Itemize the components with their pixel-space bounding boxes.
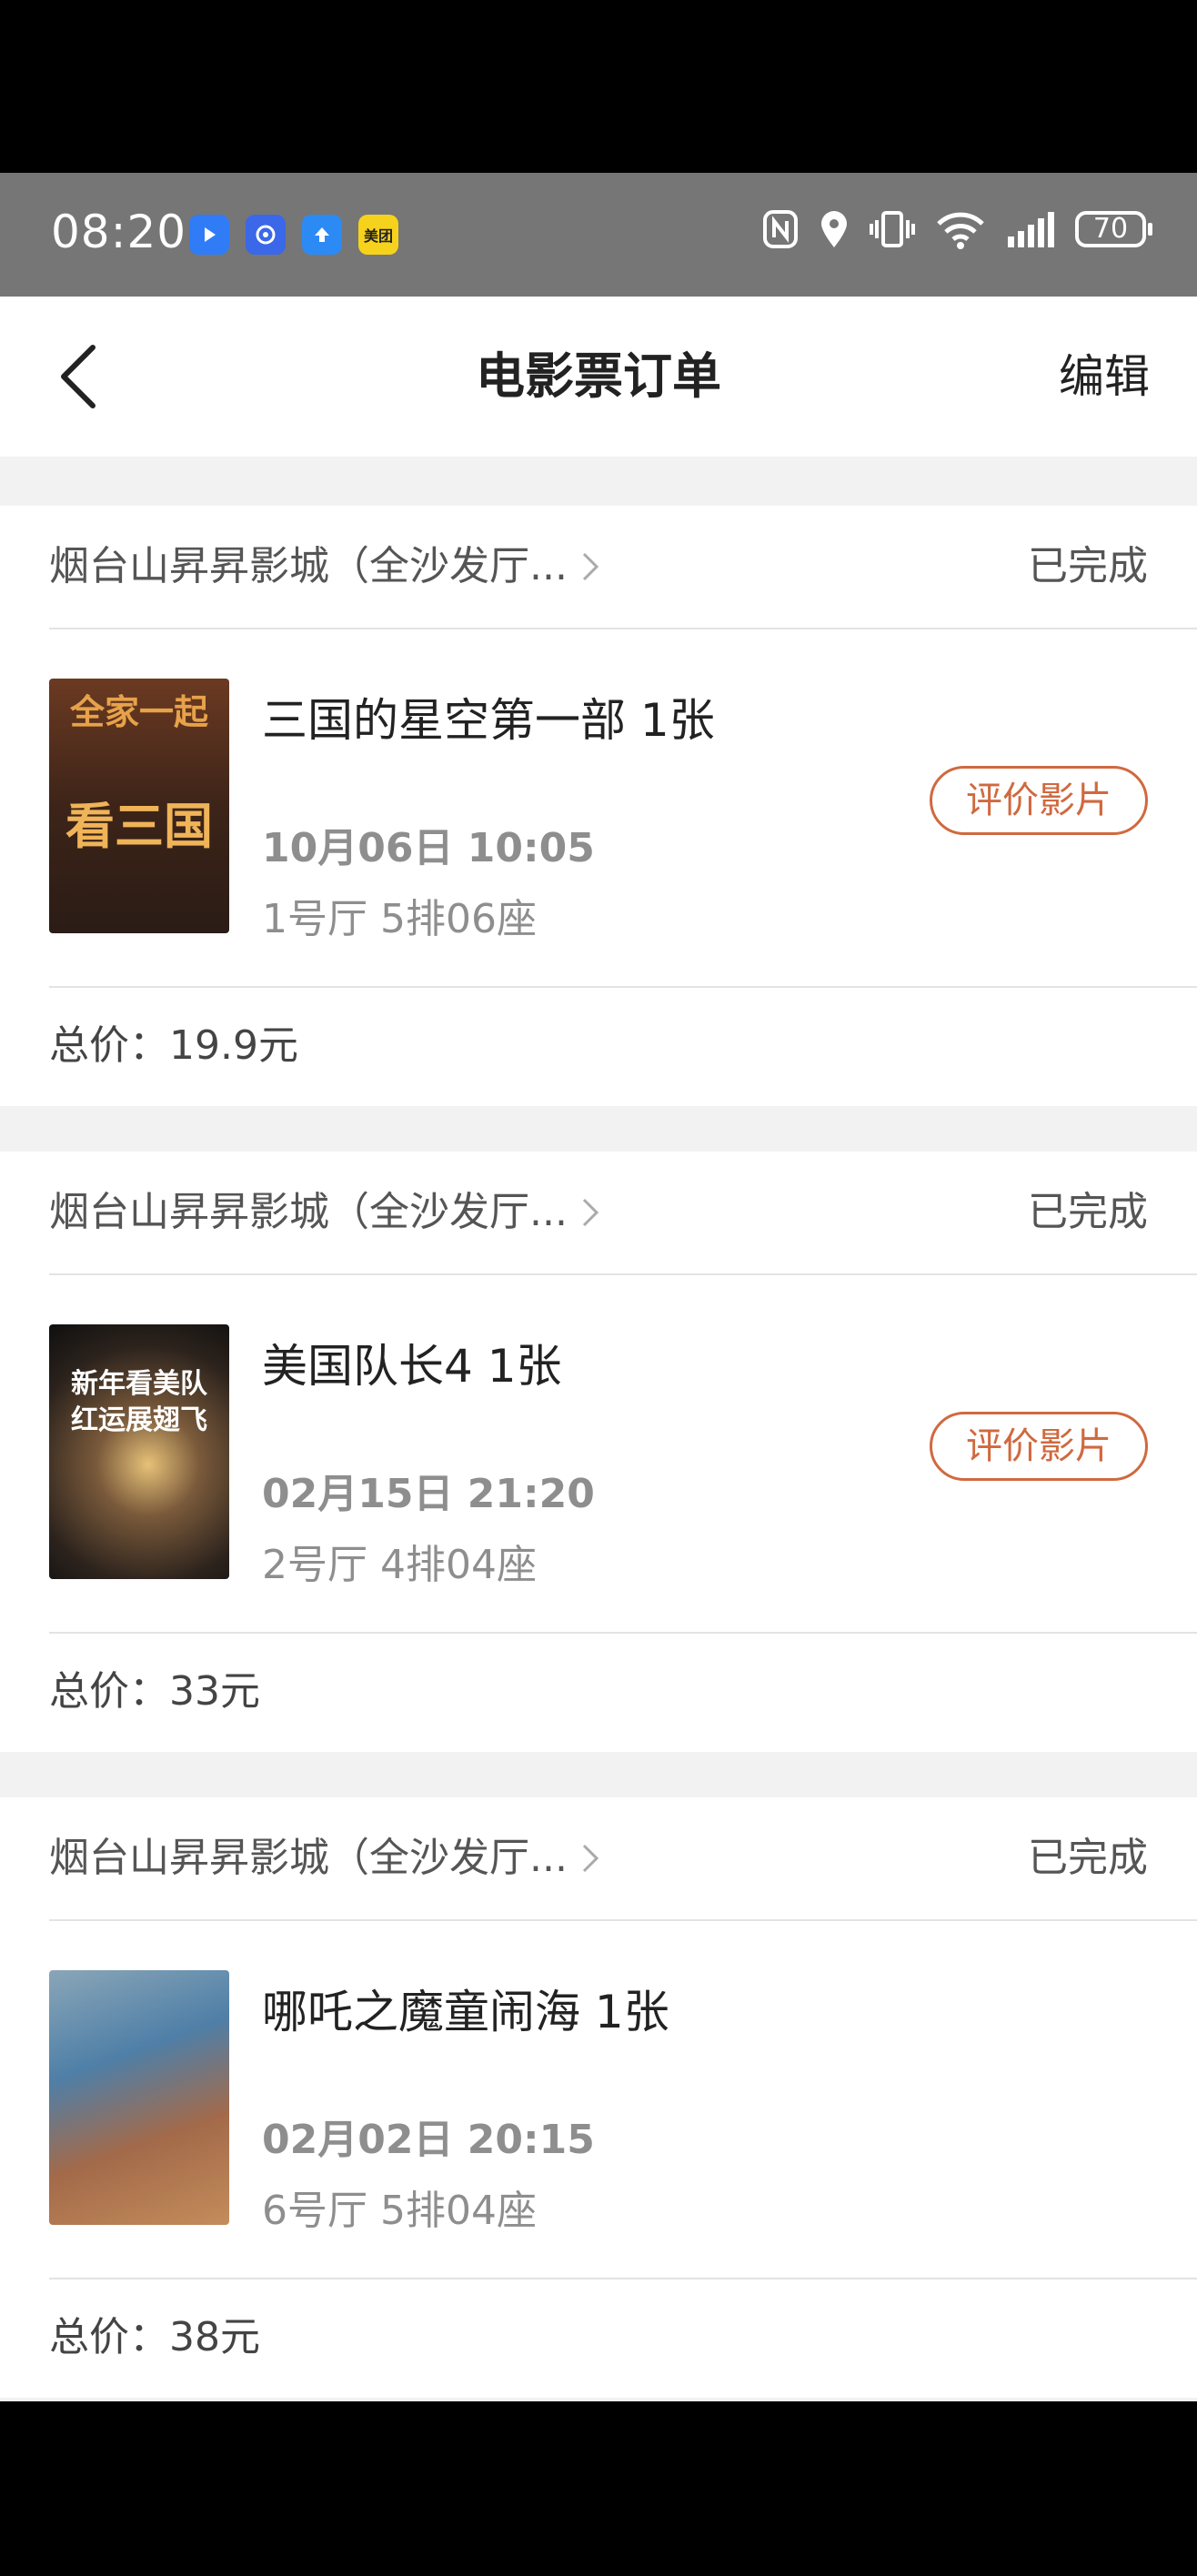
seat-info: 6号厅 5排04座: [262, 2188, 537, 2234]
seat-info: 2号厅 4排04座: [262, 1542, 537, 1588]
order-status: 已完成: [1028, 1189, 1148, 1235]
nav-bar: 电影票订单 编辑: [0, 297, 1197, 457]
movie-title: 三国的星空第一部 1张: [262, 694, 715, 747]
blue-app-icon: [246, 215, 286, 255]
movie-poster[interactable]: 全家一起 看三国: [49, 679, 229, 933]
page-title: 电影票订单: [476, 347, 721, 405]
rate-movie-button[interactable]: 评价影片: [930, 1412, 1148, 1481]
vibrate-icon: [870, 211, 915, 247]
divider: [49, 628, 1197, 629]
battery-icon: 70: [1075, 211, 1152, 247]
total-price: 总价：38元: [49, 2314, 260, 2360]
status-time: 08:20: [51, 206, 187, 258]
order-card[interactable]: 烟台山昇昇影城（全沙发厅... 已完成 新年看美队 红运展翅飞 美国队长4 1张…: [0, 1152, 1197, 1752]
order-header[interactable]: 烟台山昇昇影城（全沙发厅... 已完成: [0, 506, 1197, 628]
order-status: 已完成: [1028, 543, 1148, 589]
showtime: 02月15日 21:20: [262, 1471, 595, 1517]
notification-icons: 美团: [189, 215, 398, 255]
poster-text: 红运展翅飞: [71, 1404, 207, 1436]
system-icons: 70: [762, 209, 1152, 249]
nfc-icon: [763, 210, 798, 248]
seat-info: 1号厅 5排06座: [262, 896, 537, 942]
order-header[interactable]: 烟台山昇昇影城（全沙发厅... 已完成: [0, 1152, 1197, 1273]
showtime: 10月06日 10:05: [262, 825, 595, 871]
divider: [49, 1919, 1197, 1921]
blue-play-icon: [189, 215, 229, 255]
divider: [49, 1273, 1197, 1275]
poster-text: 看三国: [65, 798, 213, 855]
rate-movie-button[interactable]: 评价影片: [930, 766, 1148, 835]
location-icon: [821, 211, 847, 247]
chevron-right-icon: [582, 552, 599, 581]
order-status: 已完成: [1028, 1835, 1148, 1881]
poster-text: 新年看美队: [71, 1368, 207, 1400]
meituan-icon: 美团: [358, 215, 398, 255]
blue-upload-icon: [302, 215, 342, 255]
movie-poster[interactable]: 新年看美队 红运展翅飞: [49, 1324, 229, 1579]
cinema-link[interactable]: 烟台山昇昇影城（全沙发厅...: [49, 506, 600, 628]
cinema-name: 烟台山昇昇影城（全沙发厅...: [49, 1835, 568, 1881]
cinema-name: 烟台山昇昇影城（全沙发厅...: [49, 543, 568, 589]
edit-button[interactable]: 编辑: [1059, 297, 1150, 457]
total-price: 总价：19.9元: [49, 1022, 298, 1069]
cinema-name: 烟台山昇昇影城（全沙发厅...: [49, 1189, 568, 1235]
order-card[interactable]: 烟台山昇昇影城（全沙发厅... 已完成 全家一起 看三国 三国的星空第一部 1张…: [0, 506, 1197, 1106]
signal-icon: [1008, 212, 1054, 247]
movie-title: 哪吒之魔童闹海 1张: [262, 1986, 669, 2038]
order-card[interactable]: 烟台山昇昇影城（全沙发厅... 已完成 哪吒之魔童闹海 1张 02月02日 20…: [0, 1797, 1197, 2398]
cinema-link[interactable]: 烟台山昇昇影城（全沙发厅...: [49, 1797, 600, 1919]
cinema-link[interactable]: 烟台山昇昇影城（全沙发厅...: [49, 1152, 600, 1273]
showtime: 02月02日 20:15: [262, 2117, 595, 2163]
movie-title: 美国队长4 1张: [262, 1340, 562, 1393]
movie-poster[interactable]: [49, 1970, 229, 2225]
chevron-right-icon: [582, 1198, 599, 1227]
chevron-right-icon: [582, 1844, 599, 1873]
wifi-icon: [937, 212, 984, 249]
poster-text: 全家一起: [69, 692, 208, 732]
status-bar: 08:20 美团 70: [0, 173, 1197, 297]
total-price: 总价：33元: [49, 1668, 260, 1715]
order-list: 烟台山昇昇影城（全沙发厅... 已完成 全家一起 看三国 三国的星空第一部 1张…: [0, 457, 1197, 2401]
order-header[interactable]: 烟台山昇昇影城（全沙发厅... 已完成: [0, 1797, 1197, 1919]
